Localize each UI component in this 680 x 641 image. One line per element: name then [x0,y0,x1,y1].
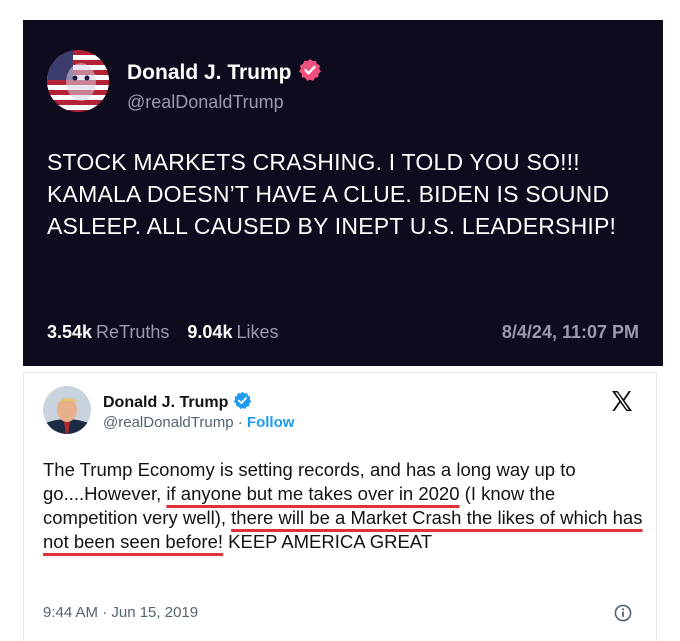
underlined-text-part: if anyone but me takes over in 2020 [166,483,460,504]
post-timestamp[interactable]: 9:44 AM · Jun 15, 2019 [43,604,198,621]
author-row: Donald J. Trump [103,391,252,415]
separator: · [233,414,247,431]
flag-portrait-avatar-image [47,50,109,112]
verified-badge-icon [298,58,322,87]
post-text: STOCK MARKETS CRASHING. I TOLD YOU SO!!!… [47,149,617,239]
author-name[interactable]: Donald J. Trump [103,394,228,412]
portrait-avatar-image [43,386,91,434]
retruths-label: ReTruths [96,322,170,342]
info-icon[interactable] [614,604,632,622]
likes-count: 9.04k [187,322,233,342]
x-logo-icon[interactable] [610,389,634,413]
likes-label: Likes [236,322,279,342]
post-timestamp[interactable]: 8/4/24, 11:07 PM [502,322,639,343]
avatar[interactable] [47,50,109,112]
x-post: Donald J. Trump @realDonaldTrump · Follo… [23,372,657,641]
post-text: The Trump Economy is setting records, an… [43,458,643,554]
verified-badge-icon [233,391,252,415]
follow-button[interactable]: Follow [247,414,295,431]
avatar[interactable] [43,386,91,434]
truth-social-post: Donald J. Trump @realDonaldTrump STOCK M… [23,20,663,366]
author-handle[interactable]: @realDonaldTrump [103,414,234,431]
likes-stat[interactable]: 9.04k Likes [187,322,278,343]
retruths-stat[interactable]: 3.54k ReTruths [47,322,169,343]
author-row: Donald J. Trump [127,58,322,87]
author-handle-row: @realDonaldTrump · Follow [103,414,294,431]
post-text-part: KEEP AMERICA GREAT [223,531,433,552]
post-stats: 3.54k ReTruths 9.04k Likes [47,322,278,343]
author-handle[interactable]: @realDonaldTrump [127,92,284,113]
author-name[interactable]: Donald J. Trump [127,61,292,85]
retruths-count: 3.54k [47,322,93,342]
